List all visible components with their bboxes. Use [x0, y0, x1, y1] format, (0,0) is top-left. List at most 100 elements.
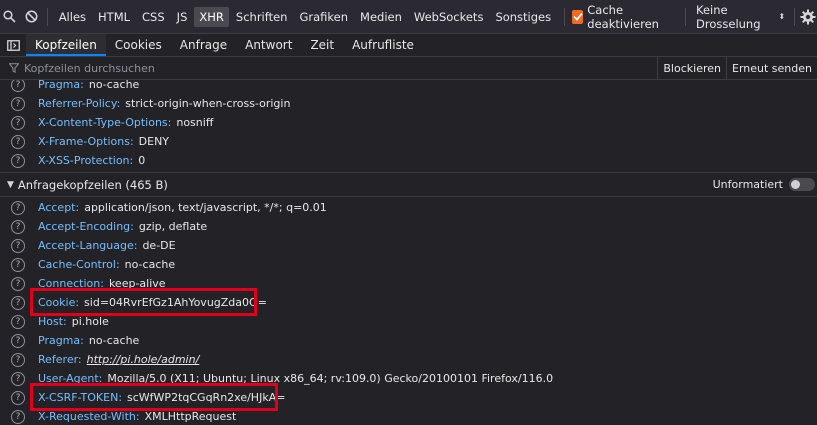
raw-label: Unformatiert	[712, 178, 783, 191]
select-arrows-icon: ⬍	[778, 12, 786, 21]
response-headers: ? Pragma: no-cache? Referrer-Policy: strict-…	[0, 80, 817, 170]
help-icon[interactable]: ?	[11, 219, 25, 234]
header-row: ? Accept: application/json, text/javascrip…	[0, 198, 817, 217]
tab-zeit[interactable]: Zeit	[301, 34, 343, 56]
help-icon[interactable]: ?	[11, 371, 25, 386]
help-icon[interactable]: ?	[11, 115, 25, 130]
header-name[interactable]: Referrer-Policy:	[38, 97, 120, 110]
header-value: pi.hole	[71, 315, 109, 328]
header-value: de-DE	[142, 239, 176, 252]
header-name[interactable]: X-Frame-Options:	[38, 135, 134, 148]
help-icon[interactable]: ?	[11, 409, 25, 424]
header-name[interactable]: Pragma:	[38, 334, 84, 347]
header-row: ? Pragma: no-cache	[0, 80, 817, 94]
gear-icon[interactable]	[799, 6, 817, 28]
header-name[interactable]: X-CSRF-TOKEN:	[38, 391, 122, 404]
cache-checkbox[interactable]	[571, 9, 584, 24]
header-search-input[interactable]	[22, 58, 658, 78]
help-icon[interactable]: ?	[11, 200, 25, 215]
header-value: no-cache	[88, 334, 140, 347]
header-row: ? X-CSRF-TOKEN: scWfWP2tqCGqRn2xe/HJkA=	[0, 388, 817, 407]
throttle-label: Keine Drosselung	[696, 2, 761, 31]
header-name[interactable]: Cache-Control:	[38, 258, 120, 271]
section-title: Anfragekopfzeilen (465 B)	[17, 177, 168, 192]
header-name[interactable]: Accept-Language:	[38, 239, 137, 252]
header-row: ? Cache-Control: no-cache	[0, 255, 817, 274]
help-icon[interactable]: ?	[11, 390, 25, 405]
help-icon[interactable]: ?	[11, 80, 25, 92]
help-icon[interactable]: ?	[11, 134, 25, 149]
help-icon[interactable]: ?	[11, 276, 25, 291]
request-headers: ? Accept: application/json, text/javascrip…	[0, 198, 817, 425]
header-name[interactable]: Host:	[38, 315, 67, 328]
tab-cookies[interactable]: Cookies	[106, 34, 171, 56]
filter-alles[interactable]: Alles	[54, 7, 91, 27]
header-name[interactable]: Cookie:	[38, 296, 79, 309]
help-icon[interactable]: ?	[11, 153, 25, 168]
header-row: ? Accept-Language: de-DE	[0, 236, 817, 255]
header-name[interactable]: Pragma:	[38, 80, 84, 91]
header-row: ? X-XSS-Protection: 0	[0, 151, 817, 170]
filter-websockets[interactable]: WebSockets	[409, 7, 489, 27]
header-name[interactable]: X-XSS-Protection:	[38, 154, 133, 167]
request-headers-section[interactable]: ▼ Anfragekopfzeilen (465 B) Unformatiert	[0, 172, 817, 197]
header-row: ? X-Content-Type-Options: nosniff	[0, 113, 817, 132]
filter-css[interactable]: CSS	[137, 7, 170, 27]
headers-list: ? Pragma: no-cache? Referrer-Policy: strict-…	[0, 80, 817, 425]
header-value: no-cache	[88, 80, 140, 91]
search-icon[interactable]	[1, 6, 19, 28]
header-value[interactable]: http://pi.hole/admin/	[87, 353, 200, 366]
cache-toggle[interactable]: Cache deaktivieren	[571, 2, 677, 31]
resend-button[interactable]: Erneut senden	[726, 57, 817, 79]
header-name[interactable]: X-Requested-With:	[38, 410, 140, 423]
help-icon[interactable]: ?	[11, 352, 25, 367]
header-row: ? User-Agent: Mozilla/5.0 (X11; Ubuntu; Li…	[0, 369, 817, 388]
block-icon[interactable]	[23, 6, 41, 28]
header-row: ? Host: pi.hole	[0, 312, 817, 331]
header-value: scWfWP2tqCGqRn2xe/HJkA=	[127, 391, 286, 404]
header-value: application/json, text/javascript, */*; …	[84, 201, 327, 214]
header-value: Mozilla/5.0 (X11; Ubuntu; Linux x86_64; …	[107, 372, 554, 385]
filter-medien[interactable]: Medien	[355, 7, 407, 27]
help-icon[interactable]: ?	[11, 333, 25, 348]
cache-label: Cache deaktivieren	[587, 2, 659, 31]
help-icon[interactable]: ?	[11, 96, 25, 111]
filter-icon	[9, 63, 19, 73]
collapse-arrow-icon[interactable]: ▼	[7, 180, 14, 190]
header-name[interactable]: Referer:	[38, 353, 82, 366]
help-icon[interactable]: ?	[11, 257, 25, 272]
tab-aufrufliste[interactable]: Aufrufliste	[343, 34, 423, 56]
help-icon[interactable]: ?	[11, 314, 25, 329]
tab-antwort[interactable]: Antwort	[236, 34, 301, 56]
header-row: ? X-Frame-Options: DENY	[0, 132, 817, 151]
help-icon[interactable]: ?	[11, 238, 25, 253]
tab-anfrage[interactable]: Anfrage	[171, 34, 236, 56]
header-name[interactable]: Accept-Encoding:	[38, 220, 134, 233]
help-icon[interactable]: ?	[11, 295, 25, 310]
details-tabs: Kopfzeilen Cookies Anfrage Antwort Zeit Aufru…	[0, 34, 817, 57]
block-button[interactable]: Blockieren	[657, 57, 726, 79]
tab-kopfzeilen[interactable]: Kopfzeilen	[26, 34, 106, 56]
header-value: nosniff	[176, 116, 214, 129]
filter-sonstiges[interactable]: Sonstiges	[490, 7, 556, 27]
filter-schriften[interactable]: Schriften	[231, 7, 293, 27]
header-name[interactable]: Accept:	[38, 201, 79, 214]
throttle-select[interactable]: Keine Drosselung ⬍	[696, 3, 785, 31]
header-value: sid=04RvrEfGz1AhYovugZda0Q=	[84, 296, 267, 309]
tab-list: Kopfzeilen Cookies Anfrage Antwort Zeit Aufru…	[26, 34, 423, 56]
filter-xhr[interactable]: XHR	[194, 6, 229, 27]
raw-toggle[interactable]: Unformatiert	[713, 178, 815, 191]
toolbar-separator	[46, 7, 48, 26]
header-value: DENY	[138, 135, 170, 148]
toggle-panel-icon[interactable]	[0, 34, 26, 56]
header-row: ? Referer: http://pi.hole/admin/	[0, 350, 817, 369]
header-value: no-cache	[124, 258, 176, 271]
header-name[interactable]: User-Agent:	[38, 372, 102, 385]
filter-js[interactable]: JS	[172, 7, 193, 27]
filter-grafiken[interactable]: Grafiken	[294, 7, 353, 27]
header-name[interactable]: X-Content-Type-Options:	[38, 116, 171, 129]
filter-html[interactable]: HTML	[93, 7, 135, 27]
header-name[interactable]: Connection:	[38, 277, 104, 290]
raw-switch[interactable]	[789, 178, 815, 191]
header-value: gzip, deflate	[138, 220, 208, 233]
